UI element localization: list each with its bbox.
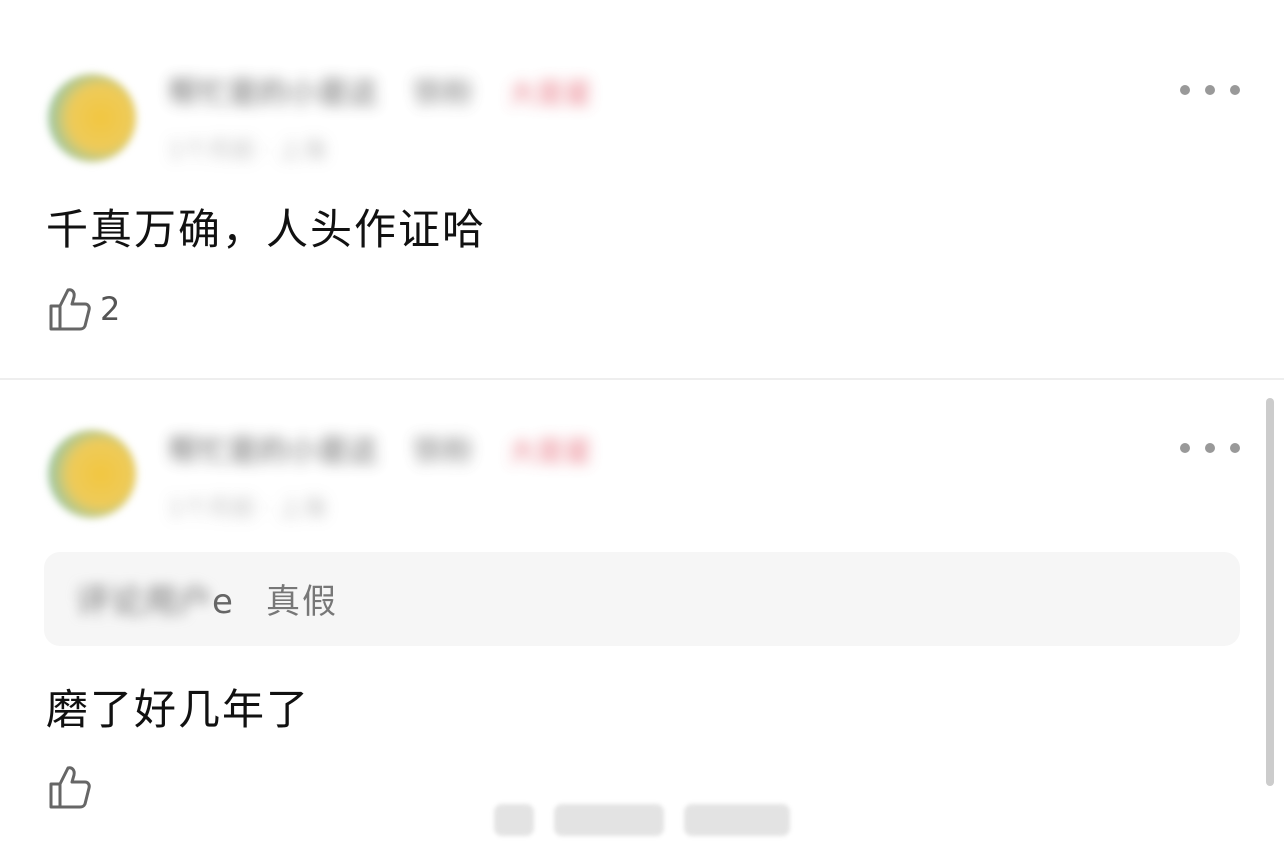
avatar[interactable]	[48, 74, 136, 162]
more-dot	[1230, 443, 1240, 453]
comment-content: 千真万确，人头作证哈	[46, 205, 487, 254]
more-dot	[1205, 443, 1215, 453]
more-dots-icon	[1180, 85, 1190, 95]
thumbs-up-icon	[49, 766, 91, 809]
like-button[interactable]	[48, 764, 100, 810]
more-dot	[1205, 85, 1215, 95]
comment-time: 1个月前 · 上海	[168, 494, 327, 522]
comment-meta: 帮忙是的小是这 铁粉 大是星 1个月前 · 上海	[168, 426, 592, 523]
quoted-username[interactable]: 评论用户e	[76, 574, 233, 623]
comment-item: 帮忙是的小是这 铁粉 大是星 1个月前 · 上海 评论用户e 真假 磨了好几年了	[0, 380, 1260, 856]
comment-item: 帮忙是的小是这 铁粉 大是星 1个月前 · 上海 千真万确，人头作证哈 2	[0, 0, 1260, 378]
user-badge: 大是星	[508, 77, 593, 110]
more-options-button[interactable]	[1180, 78, 1240, 102]
comment-time: 1个月前 · 上海	[168, 136, 327, 164]
quoted-text: 真假	[266, 582, 338, 622]
user-badge: 大是星	[508, 435, 593, 468]
scrollbar[interactable]	[1266, 398, 1274, 786]
quoted-username-hidden: 评论用户	[76, 582, 212, 622]
more-options-button[interactable]	[1180, 436, 1240, 460]
fan-tag: 铁粉	[413, 76, 474, 111]
quoted-reply[interactable]: 评论用户e 真假	[44, 552, 1240, 646]
more-dots-icon	[1180, 443, 1190, 453]
like-button[interactable]: 2	[48, 286, 120, 332]
comment-meta: 帮忙是的小是这 铁粉 大是星 1个月前 · 上海	[168, 68, 592, 165]
comment-content: 磨了好几年了	[46, 685, 311, 734]
watermark	[494, 798, 790, 846]
thumbs-up-icon	[49, 288, 91, 331]
username[interactable]: 帮忙是的小是这	[168, 426, 378, 470]
like-count: 2	[100, 290, 121, 328]
avatar[interactable]	[48, 430, 136, 518]
more-dot	[1230, 85, 1240, 95]
comment-list: 帮忙是的小是这 铁粉 大是星 1个月前 · 上海 千真万确，人头作证哈 2 帮忙…	[0, 0, 1284, 856]
username[interactable]: 帮忙是的小是这	[168, 68, 378, 112]
fan-tag: 铁粉	[413, 434, 474, 469]
quoted-username-tail: e	[212, 582, 233, 622]
